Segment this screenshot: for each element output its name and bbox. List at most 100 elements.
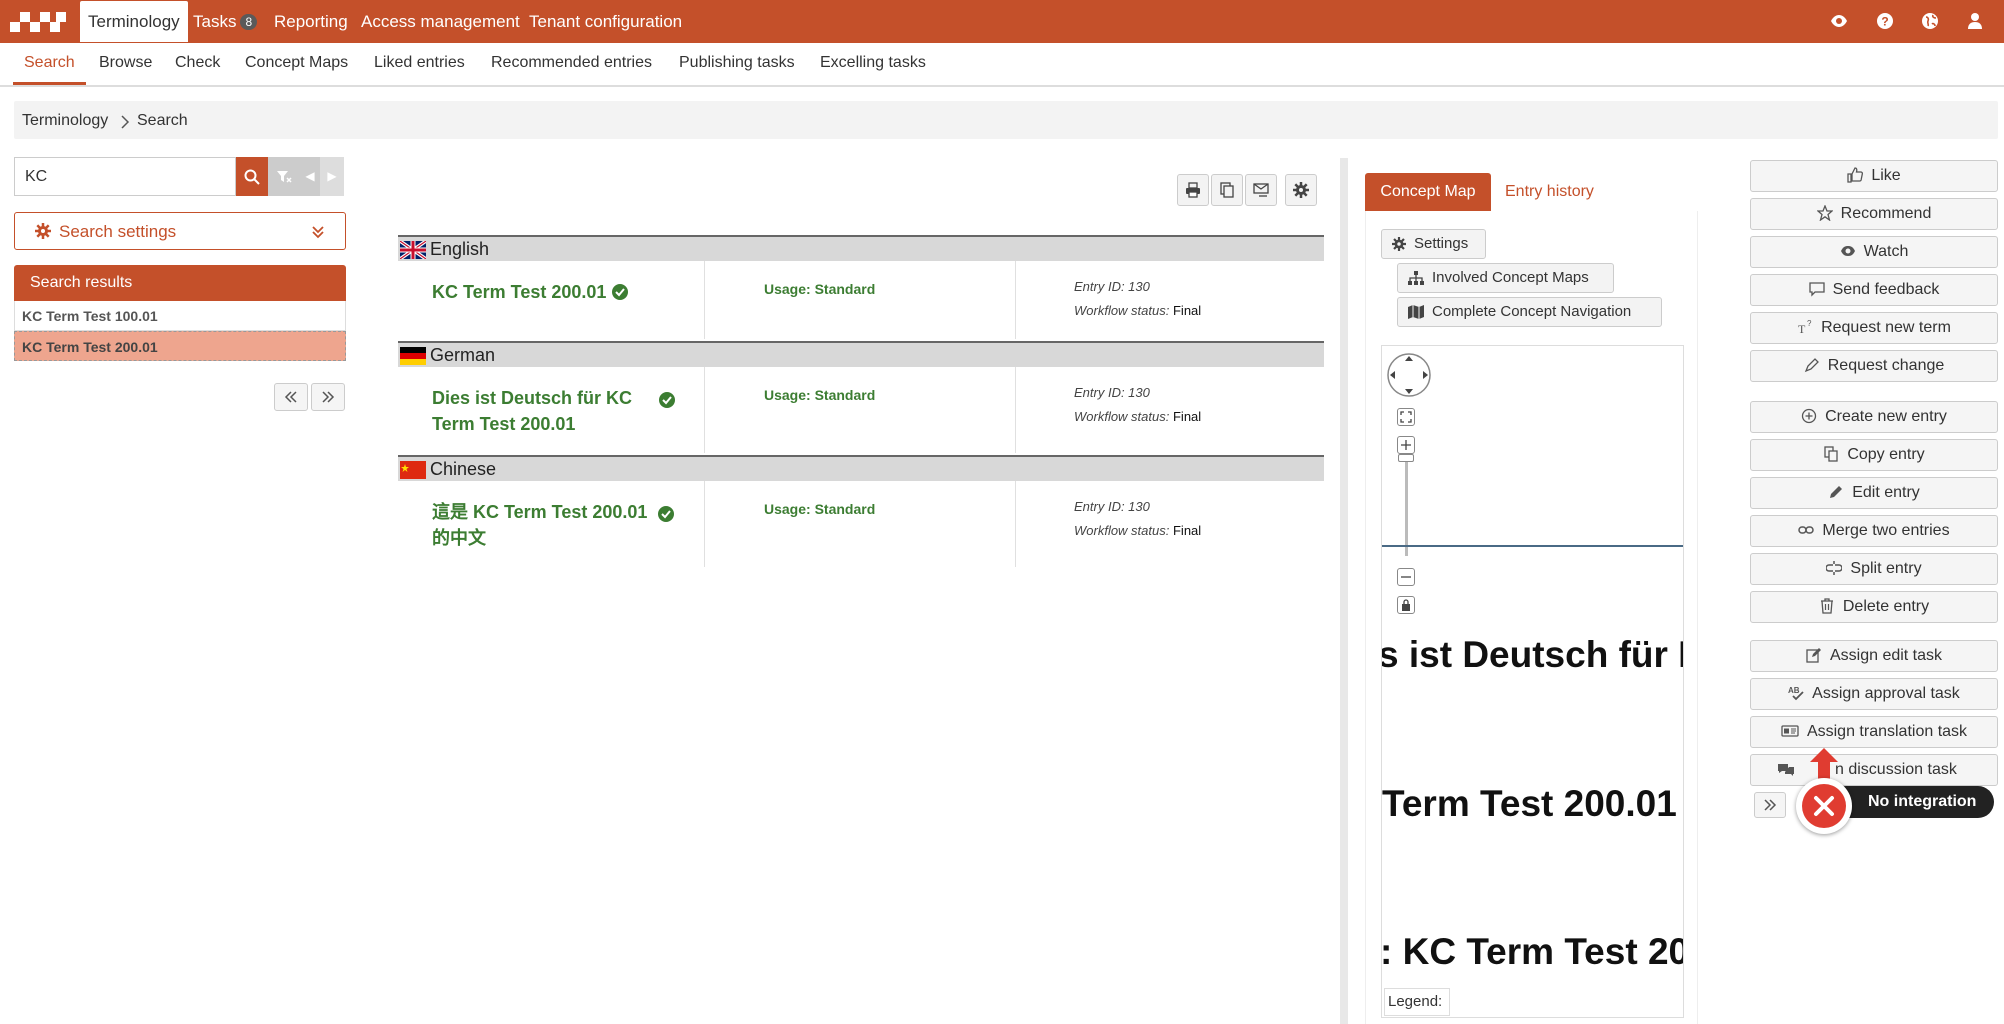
topnav-tenant-configuration[interactable]: Tenant configuration xyxy=(521,0,690,43)
language-name: English xyxy=(430,239,490,259)
topnav-terminology[interactable]: Terminology xyxy=(80,1,188,42)
concept-node-german[interactable]: s ist Deutsch für K xyxy=(1382,634,1683,676)
complete-concept-navigation-button[interactable]: Complete Concept Navigation xyxy=(1397,297,1662,327)
pointer-arrow-icon xyxy=(1810,748,1838,780)
copy-button[interactable] xyxy=(1211,174,1243,206)
search-result-item-selected[interactable]: KC Term Test 200.01 xyxy=(14,331,346,361)
term-chinese[interactable]: 這是 KC Term Test 200.01 的中文 xyxy=(432,499,672,551)
breadcrumb-terminology[interactable]: Terminology xyxy=(22,112,108,130)
subnav-check[interactable]: Check xyxy=(175,43,220,85)
topnav-reporting[interactable]: Reporting xyxy=(266,0,356,43)
breadcrumb xyxy=(14,101,1998,139)
like-button[interactable]: Like xyxy=(1750,160,1998,192)
recommend-button[interactable]: Recommend xyxy=(1750,198,1998,230)
help-icon[interactable]: ? xyxy=(1876,12,1894,30)
plus-circle-icon xyxy=(1801,408,1817,424)
send-feedback-button[interactable]: Send feedback xyxy=(1750,274,1998,306)
email-button[interactable] xyxy=(1245,174,1277,206)
panel-splitter[interactable] xyxy=(1340,158,1348,1024)
split-entry-button[interactable]: Split entry xyxy=(1750,553,1998,585)
assign-edit-task-button[interactable]: Assign edit task xyxy=(1750,640,1998,672)
term-english[interactable]: KC Term Test 200.01 xyxy=(432,279,672,305)
chevron-right-icon xyxy=(121,115,130,129)
subnav-search[interactable]: Search xyxy=(13,43,86,85)
topnav-tasks[interactable]: Tasks 8 xyxy=(185,0,265,43)
entry-metadata: Entry ID: 130 Workflow status: Final xyxy=(1074,495,1201,543)
subnav-concept-maps[interactable]: Concept Maps xyxy=(245,43,348,85)
usage-label: Usage: Standard xyxy=(764,501,876,517)
zoom-slider-track[interactable] xyxy=(1405,456,1408,556)
subnav-liked-entries[interactable]: Liked entries xyxy=(374,43,465,85)
lock-icon xyxy=(1402,599,1410,611)
search-results-header: Search results xyxy=(14,265,346,301)
column-divider xyxy=(704,367,705,453)
zoom-fit-button[interactable] xyxy=(1397,408,1415,426)
expand-actions-button[interactable] xyxy=(1754,792,1786,818)
assign-discussion-task-button[interactable]: n discussion task xyxy=(1750,754,1998,786)
print-button[interactable] xyxy=(1177,174,1209,206)
error-x-icon xyxy=(1814,796,1834,816)
zoom-in-button[interactable] xyxy=(1397,436,1415,454)
subnav-publishing-tasks[interactable]: Publishing tasks xyxy=(679,43,795,85)
pan-control-icon[interactable] xyxy=(1386,352,1432,398)
request-change-button[interactable]: Request change xyxy=(1750,350,1998,382)
next-search-button[interactable]: ▶ xyxy=(320,157,344,196)
tab-concept-map[interactable]: Concept Map xyxy=(1365,173,1491,211)
edit-entry-button[interactable]: Edit entry xyxy=(1750,477,1998,509)
previous-search-button[interactable]: ◀ xyxy=(300,157,320,196)
search-icon xyxy=(244,169,260,185)
page-first-button[interactable] xyxy=(274,383,308,411)
concept-map-canvas[interactable]: s ist Deutsch für K Term Test 200.01 : K… xyxy=(1381,345,1684,1018)
watch-button[interactable]: Watch xyxy=(1750,236,1998,268)
workflow-status-label: Workflow status: xyxy=(1074,523,1170,538)
workflow-status-value: Final xyxy=(1172,523,1202,538)
zoom-slider-handle[interactable] xyxy=(1398,454,1414,462)
double-chevron-down-icon xyxy=(312,226,324,239)
entry-id: Entry ID: 130 xyxy=(1074,279,1150,294)
tasks-count-badge: 8 xyxy=(240,14,258,30)
uk-flag-icon xyxy=(400,241,426,259)
merge-two-entries-button[interactable]: Merge two entries xyxy=(1750,515,1998,547)
term-german[interactable]: Dies ist Deutsch für KC Term Test 200.01 xyxy=(432,385,672,437)
search-button[interactable] xyxy=(236,157,268,196)
concept-map-settings-button[interactable]: Settings xyxy=(1381,229,1486,259)
copy-entry-button[interactable]: Copy entry xyxy=(1750,439,1998,471)
view-settings-button[interactable] xyxy=(1285,174,1317,206)
concept-node-chinese[interactable]: : KC Term Test 200 xyxy=(1382,931,1683,973)
assign-translation-task-button[interactable]: Assign translation task xyxy=(1750,716,1998,748)
logo-icon[interactable] xyxy=(10,8,66,36)
search-settings-toggle[interactable]: Search settings xyxy=(14,212,346,250)
subnav-browse[interactable]: Browse xyxy=(99,43,152,85)
subnav-recommended-entries[interactable]: Recommended entries xyxy=(491,43,652,85)
entry-id: Entry ID: 130 xyxy=(1074,499,1150,514)
search-result-item[interactable]: KC Term Test 100.01 xyxy=(14,301,346,331)
delete-entry-button[interactable]: Delete entry xyxy=(1750,591,1998,623)
zoom-out-button[interactable] xyxy=(1397,568,1415,586)
eye-icon[interactable] xyxy=(1830,12,1848,30)
search-input[interactable] xyxy=(14,157,236,196)
topnav-access-management[interactable]: Access management xyxy=(353,0,528,43)
pencil-icon xyxy=(1830,486,1843,498)
request-new-term-button[interactable]: T? Request new term xyxy=(1750,312,1998,344)
involved-concept-maps-button[interactable]: Involved Concept Maps xyxy=(1397,263,1614,293)
tab-entry-history[interactable]: Entry history xyxy=(1505,173,1594,211)
lock-button[interactable] xyxy=(1397,596,1415,614)
column-divider xyxy=(704,261,705,339)
filter-clear-icon xyxy=(277,170,292,183)
globe-icon[interactable] xyxy=(1921,12,1939,30)
assign-approval-task-button[interactable]: AB Assign approval task xyxy=(1750,678,1998,710)
language-header-german: German xyxy=(398,341,1324,367)
double-chevron-right-icon xyxy=(322,391,335,403)
no-integration-badge[interactable] xyxy=(1796,778,1852,834)
user-icon[interactable] xyxy=(1966,12,1984,30)
subnav-excelling-tasks[interactable]: Excelling tasks xyxy=(820,43,926,85)
error-badge xyxy=(1802,784,1846,828)
page-last-button[interactable] xyxy=(311,383,345,411)
clear-filter-button[interactable] xyxy=(268,157,300,196)
edit-square-icon xyxy=(1806,648,1821,663)
column-divider xyxy=(1015,481,1016,567)
language-name: German xyxy=(430,345,496,365)
create-new-entry-button[interactable]: Create new entry xyxy=(1750,401,1998,433)
eye-icon xyxy=(1840,246,1855,256)
concept-node-english[interactable]: Term Test 200.01 xyxy=(1382,783,1677,825)
